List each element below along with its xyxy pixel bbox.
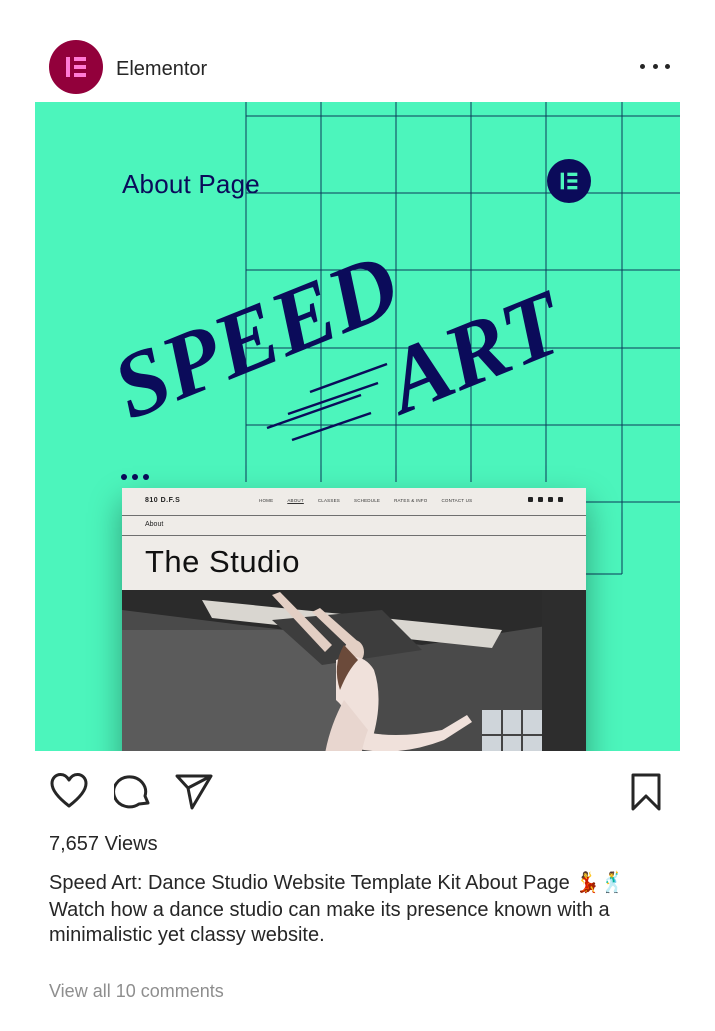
more-options-icon[interactable] [640,56,670,76]
view-all-comments-link[interactable]: View all 10 comments [49,981,224,1002]
window-dots-icon [121,474,149,480]
mock-nav-schedule: SCHEDULE [354,498,381,503]
elementor-logo-icon [66,57,86,77]
post-header: Elementor [0,38,715,100]
paper-plane-icon[interactable] [174,772,214,812]
headline-speed: SPEED [99,233,412,439]
mock-logo: 810 D.F.S [145,497,181,504]
mock-nav-contact: CONTACT US [441,498,473,503]
mock-page-title: The Studio [145,544,300,579]
username[interactable]: Elementor [116,58,207,81]
post-media[interactable]: About Page SPEED ART 810 D.F.S HOME ABOU… [35,102,680,751]
headline-art: ART [368,270,580,435]
avatar[interactable] [49,40,103,94]
divider [122,535,586,536]
mock-nav-home: HOME [259,498,274,503]
bookmark-icon[interactable] [630,772,662,812]
comment-bubble-icon[interactable] [114,772,152,810]
mock-nav-classes: CLASSES [317,498,340,503]
caption-title: Speed Art: Dance Studio Website Template… [49,872,626,894]
mock-nav-about: ABOUT [287,498,304,503]
mock-nav-rates: RATES & INFO [394,498,428,503]
website-mockup: 810 D.F.S HOME ABOUT CLASSES SCHEDULE RA… [122,488,586,751]
view-count: 7,657 Views [49,833,158,855]
mock-breadcrumb: About [145,521,164,528]
mock-navbar: 810 D.F.S HOME ABOUT CLASSES SCHEDULE RA… [122,488,586,516]
mock-social-icons [528,497,563,502]
caption-body: Watch how a dance studio can make its pr… [49,899,610,946]
mock-nav-links: HOME ABOUT CLASSES SCHEDULE RATES & INFO… [259,498,472,503]
action-bar [0,772,715,818]
speed-art-headline: SPEED ART [99,233,580,442]
dancer-photo [122,590,586,751]
heart-icon[interactable] [50,772,88,810]
